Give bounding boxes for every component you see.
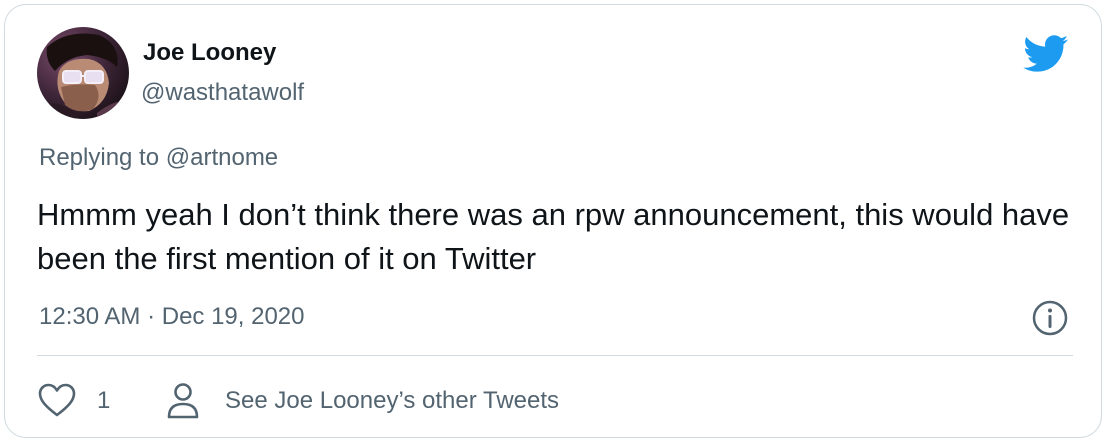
like-button[interactable]: 1 xyxy=(37,381,110,421)
info-icon[interactable] xyxy=(1031,299,1069,337)
avatar-image xyxy=(37,27,129,119)
replying-to-mention[interactable]: @artnome xyxy=(166,144,278,171)
heart-icon xyxy=(38,383,76,417)
person-icon xyxy=(167,383,199,419)
divider xyxy=(37,355,1073,356)
replying-to: Replying to @artnome xyxy=(39,144,278,172)
tweet-text: Hmmm yeah I don’t think there was an rpw… xyxy=(37,197,1070,276)
see-other-tweets-label: See Joe Looney’s other Tweets xyxy=(225,387,560,414)
like-count: 1 xyxy=(97,387,111,414)
tweet-card[interactable]: Joe Looney @wasthatawolf Replying to @ar… xyxy=(4,4,1102,438)
tweet-timestamp[interactable]: 12:30 AM · Dec 19, 2020 xyxy=(39,303,305,331)
avatar[interactable] xyxy=(37,27,129,119)
replying-to-prefix: Replying to xyxy=(39,144,166,171)
author-display-name[interactable]: Joe Looney xyxy=(143,39,276,67)
author-handle[interactable]: @wasthatawolf xyxy=(141,79,304,107)
see-other-tweets-link[interactable]: See Joe Looney’s other Tweets xyxy=(165,381,559,421)
twitter-bird-icon[interactable] xyxy=(1023,35,1069,73)
